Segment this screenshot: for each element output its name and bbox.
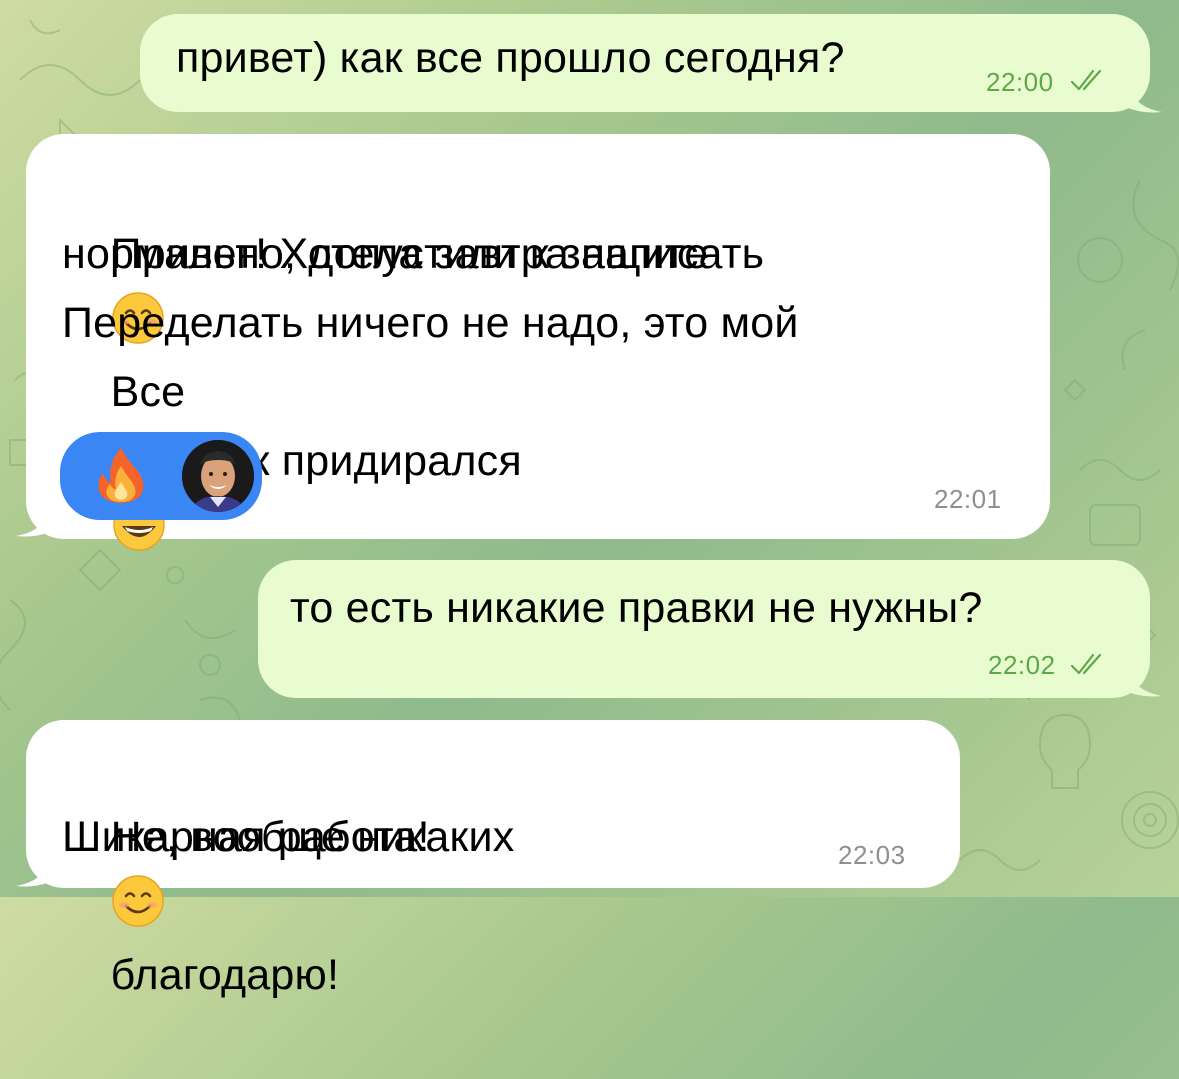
bubble-tail-in <box>16 500 50 537</box>
reaction-pill[interactable] <box>60 432 262 520</box>
message-outgoing-1[interactable]: привет) как все прошло сегодня? 22:00 <box>140 14 1150 112</box>
message-time: 22:01 <box>934 484 1002 514</box>
bubble-tail-in <box>16 850 50 887</box>
message-outgoing-2[interactable]: то есть никакие правки не нужны? 22:02 <box>258 560 1150 698</box>
avatar-image <box>182 440 254 512</box>
message-line: нормально, допустили к защите <box>62 230 709 278</box>
bubble-tail-out <box>1128 76 1162 113</box>
message-line: Шикарная работа! <box>62 813 430 861</box>
message-line-text: благодарю! <box>110 951 340 999</box>
message-time: 22:00 <box>986 67 1054 97</box>
message-line: Не, вообще никаких благодарю! <box>62 734 515 1079</box>
message-time: 22:03 <box>838 840 906 870</box>
smiling-face-emoji <box>111 875 164 927</box>
message-text: то есть никакие правки не нужны? <box>290 584 983 632</box>
bubble-tail-out <box>1128 660 1162 697</box>
double-check-icon <box>1070 69 1102 91</box>
avatar[interactable] <box>182 440 254 512</box>
message-incoming-2[interactable]: Не, вообще никаких благодарю! Шикарная р… <box>26 720 960 999</box>
message-text: привет) как все прошло сегодня? <box>176 34 845 82</box>
message-line: Переделать ничего не надо, это мой <box>62 299 799 347</box>
message-incoming-1[interactable]: Привет! Хотела завтра написать Все норма… <box>26 134 1050 551</box>
double-check-icon <box>1070 653 1102 675</box>
fire-emoji <box>98 448 144 503</box>
message-time: 22:02 <box>988 650 1056 680</box>
